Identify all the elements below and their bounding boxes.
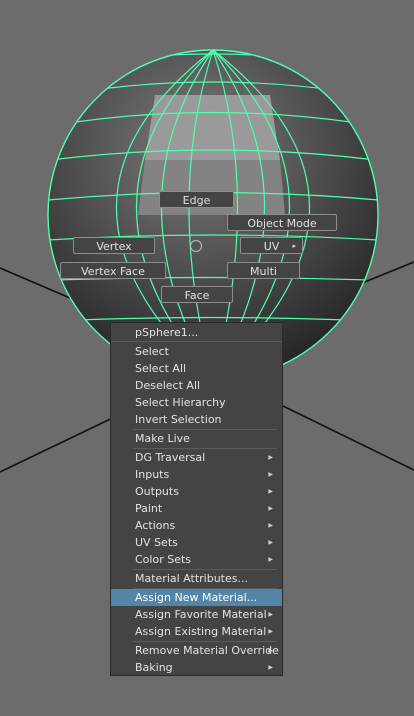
submenu-arrow-icon: ▶ — [268, 488, 273, 495]
menu-item-outputs[interactable]: Outputs ▶ — [111, 483, 282, 500]
menu-item-label: Make Live — [135, 432, 190, 445]
menu-item-select[interactable]: Select — [111, 343, 282, 360]
menu-item-label: Select Hierarchy — [135, 396, 226, 409]
multi-button[interactable]: Multi — [227, 262, 300, 279]
menu-item-label: Baking — [135, 661, 173, 674]
menu-item-uv-sets[interactable]: UV Sets ▶ — [111, 534, 282, 551]
context-menu: pSphere1... Select Select All Deselect A… — [110, 322, 283, 676]
submenu-arrow-icon: ▶ — [268, 471, 273, 478]
marking-menu-center-dot — [190, 240, 202, 252]
edge-button[interactable]: Edge — [159, 191, 234, 208]
menu-item-label: Inputs — [135, 468, 170, 481]
submenu-arrow-icon: ▶ — [268, 539, 273, 546]
menu-title-separator — [111, 341, 282, 342]
submenu-arrow-icon: ▸ — [292, 242, 296, 250]
menu-item-color-sets[interactable]: Color Sets ▶ — [111, 551, 282, 568]
uv-label: UV — [263, 240, 280, 253]
submenu-arrow-icon: ▶ — [268, 628, 273, 635]
menu-item-label: Color Sets — [135, 553, 192, 566]
menu-item-label: Actions — [135, 519, 176, 532]
menu-item-label: Remove Material Override — [135, 644, 279, 657]
menu-item-label: Select — [135, 345, 169, 358]
viewport[interactable]: Edge Object Mode Vertex UV ▸ Vertex Face… — [0, 0, 414, 716]
submenu-arrow-icon: ▶ — [268, 522, 273, 529]
face-button[interactable]: Face — [161, 286, 233, 303]
menu-item-label: UV Sets — [135, 536, 178, 549]
menu-item-label: Assign New Material... — [135, 591, 258, 604]
menu-item-label: Invert Selection — [135, 413, 222, 426]
submenu-arrow-icon: ▶ — [268, 454, 273, 461]
menu-item-remove-material-override[interactable]: Remove Material Override ▶ — [111, 642, 282, 659]
submenu-arrow-icon: ▶ — [268, 505, 273, 512]
menu-item-select-hierarchy[interactable]: Select Hierarchy — [111, 394, 282, 411]
menu-item-label: Deselect All — [135, 379, 201, 392]
submenu-arrow-icon: ▶ — [268, 556, 273, 563]
menu-item-paint[interactable]: Paint ▶ — [111, 500, 282, 517]
submenu-arrow-icon: ▶ — [268, 611, 273, 618]
menu-item-label: Paint — [135, 502, 163, 515]
menu-item-inputs[interactable]: Inputs ▶ — [111, 466, 282, 483]
menu-title-psphere1[interactable]: pSphere1... — [111, 324, 282, 341]
menu-item-assign-new-material[interactable]: Assign New Material... — [111, 589, 282, 606]
menu-item-make-live[interactable]: Make Live — [111, 430, 282, 447]
menu-item-label: DG Traversal — [135, 451, 206, 464]
menu-item-label: Select All — [135, 362, 187, 375]
menu-item-assign-favorite-material[interactable]: Assign Favorite Material ▶ — [111, 606, 282, 623]
menu-item-invert-selection[interactable]: Invert Selection — [111, 411, 282, 428]
menu-item-material-attributes[interactable]: Material Attributes... — [111, 570, 282, 587]
uv-button[interactable]: UV ▸ — [240, 237, 303, 254]
menu-item-dg-traversal[interactable]: DG Traversal ▶ — [111, 449, 282, 466]
menu-item-label: Assign Existing Material — [135, 625, 267, 638]
submenu-arrow-icon: ▶ — [268, 647, 273, 654]
menu-item-label: Outputs — [135, 485, 179, 498]
menu-item-label: Assign Favorite Material — [135, 608, 267, 621]
vertex-button[interactable]: Vertex — [73, 237, 155, 254]
submenu-arrow-icon: ▶ — [268, 664, 273, 671]
menu-item-actions[interactable]: Actions ▶ — [111, 517, 282, 534]
menu-item-deselect-all[interactable]: Deselect All — [111, 377, 282, 394]
object-mode-button[interactable]: Object Mode — [227, 214, 337, 231]
menu-item-label: Material Attributes... — [135, 572, 248, 585]
menu-item-assign-existing-material[interactable]: Assign Existing Material ▶ — [111, 623, 282, 640]
menu-item-baking[interactable]: Baking ▶ — [111, 659, 282, 676]
menu-item-select-all[interactable]: Select All — [111, 360, 282, 377]
vertex-face-button[interactable]: Vertex Face — [60, 262, 166, 279]
